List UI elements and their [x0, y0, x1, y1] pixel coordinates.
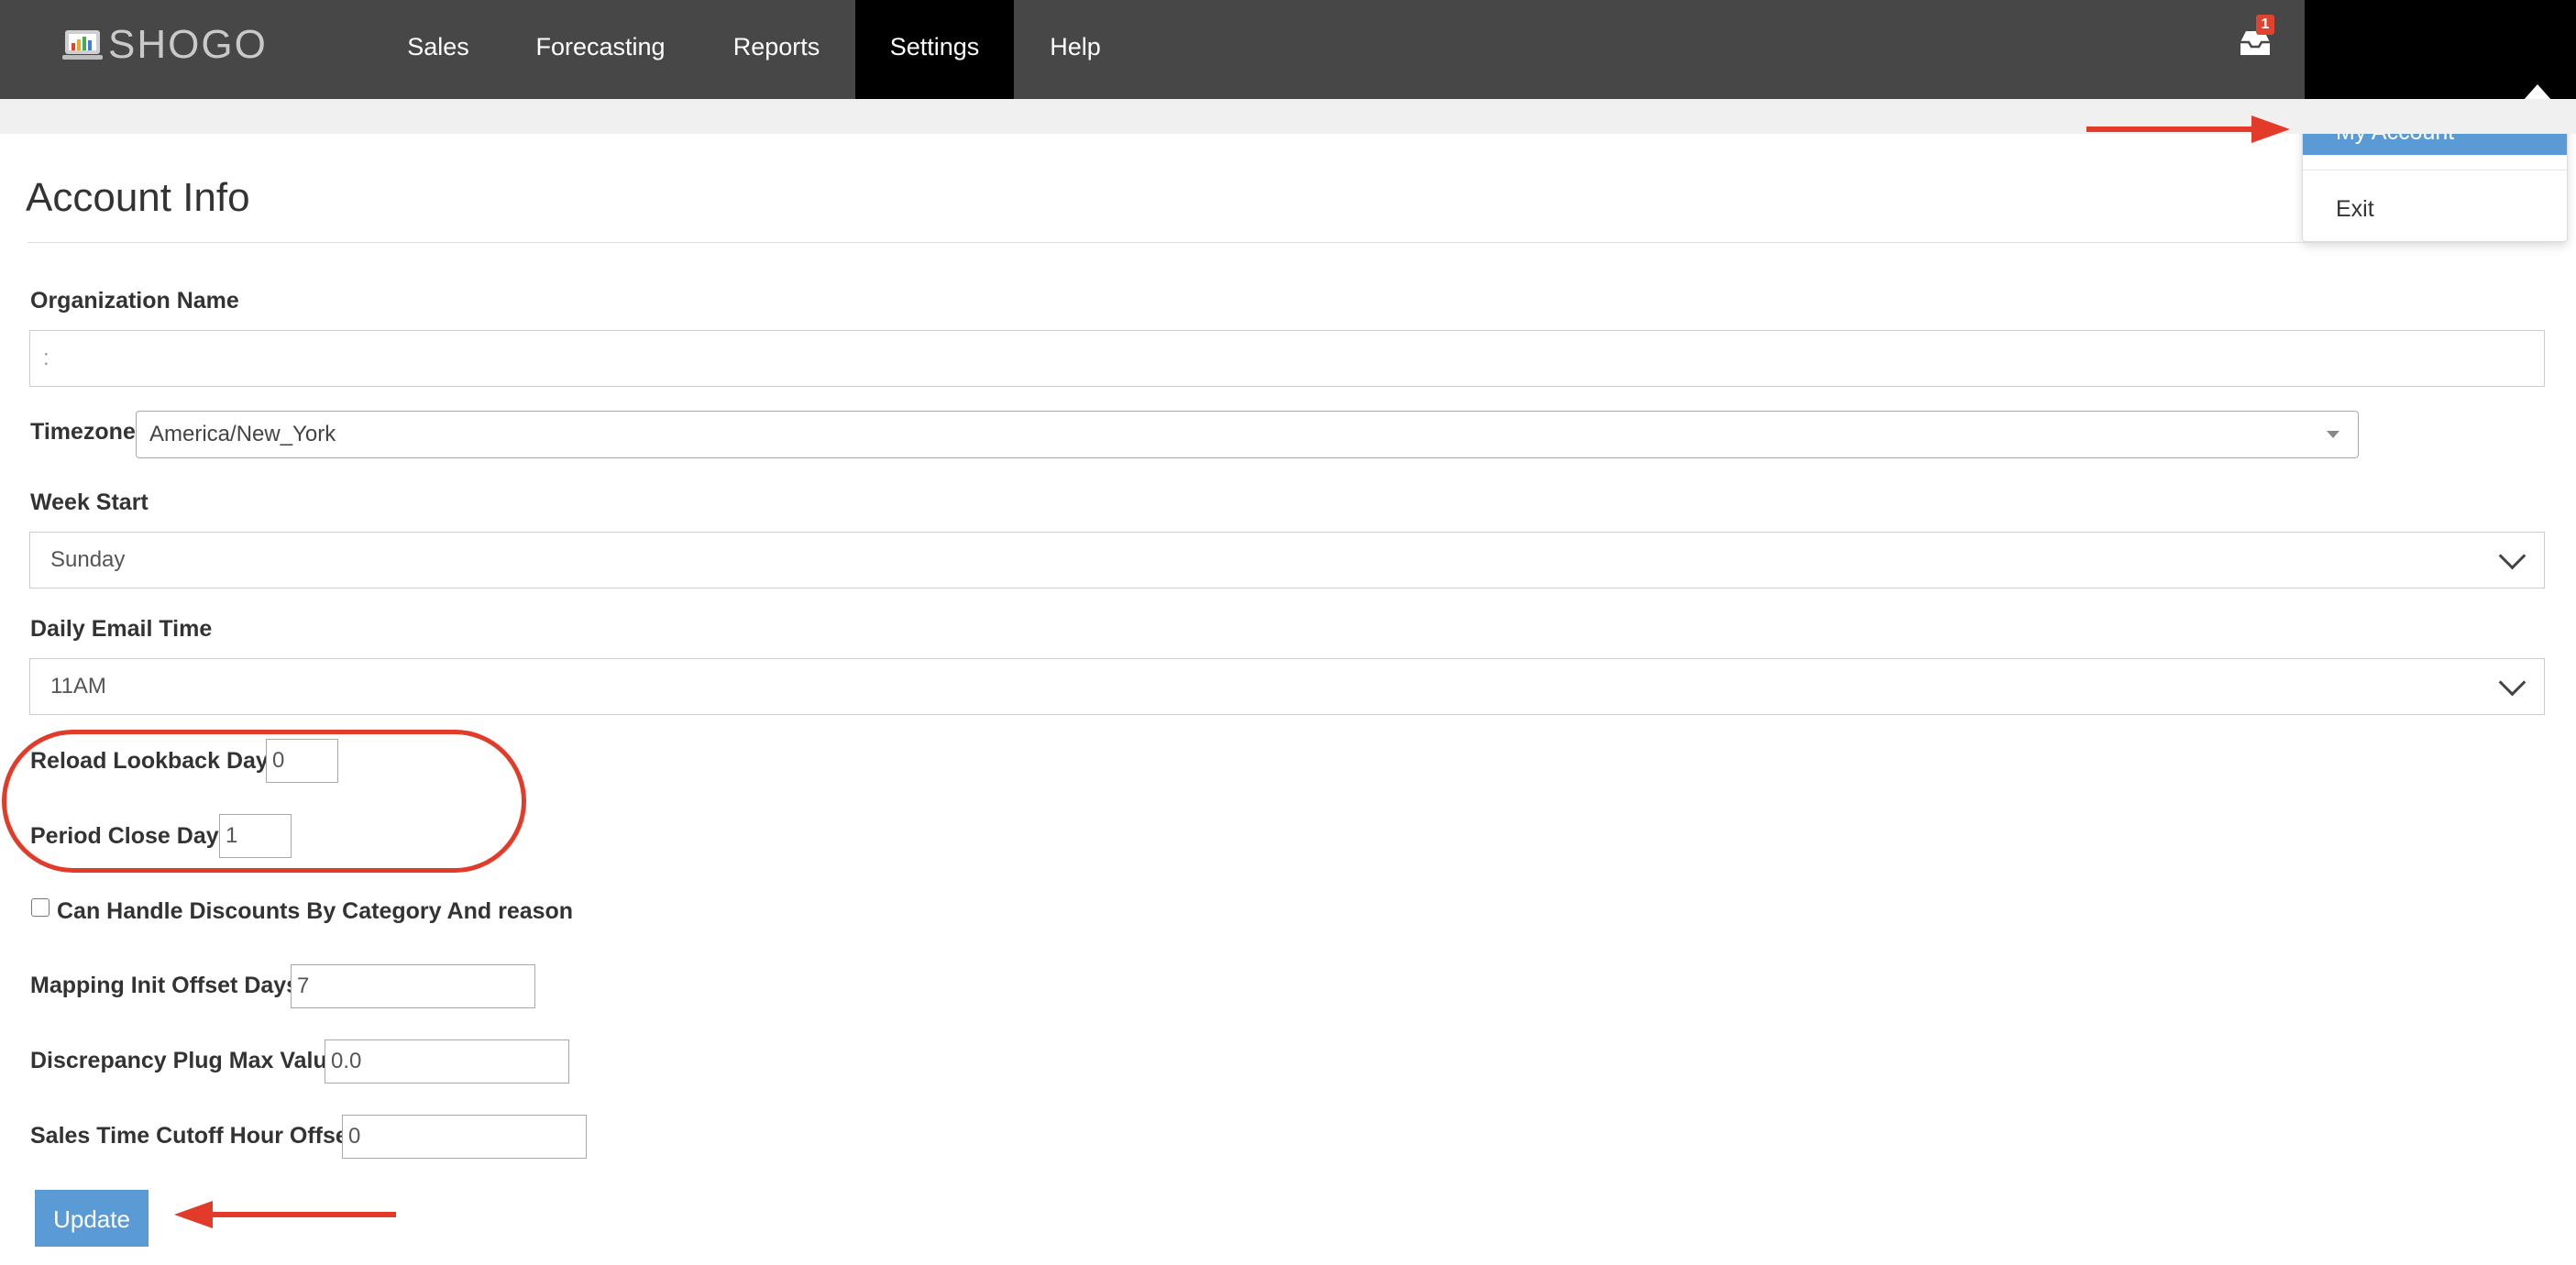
daily-email-time-select[interactable]: 11AM: [29, 658, 2545, 715]
chart-laptop-icon: [62, 30, 103, 60]
nav-reports[interactable]: Reports: [721, 0, 832, 99]
organization-name-input[interactable]: :: [29, 330, 2545, 387]
discrepancy-plug-max-value-value: 0.0: [331, 1049, 362, 1073]
sales-time-cutoff-hour-offset-input[interactable]: 0: [342, 1115, 587, 1159]
update-button[interactable]: Update: [35, 1190, 149, 1247]
nav-forecasting[interactable]: Forecasting: [519, 0, 682, 99]
annotation-arrow-left-icon: [174, 1201, 396, 1228]
nav-help[interactable]: Help: [1034, 0, 1117, 99]
timezone-label: Timezone: [30, 419, 136, 445]
organization-name-label: Organization Name: [30, 288, 239, 314]
sales-time-cutoff-hour-offset-label: Sales Time Cutoff Hour Offset: [30, 1123, 357, 1149]
nav-sales[interactable]: Sales: [396, 0, 480, 99]
page-title: Account Info: [26, 175, 250, 220]
timezone-value: America/New_York: [149, 422, 336, 446]
annotation-arrow-right-icon: [2086, 116, 2290, 143]
brand-name: SHOGO: [108, 22, 268, 67]
annotation-highlight-ellipse: [2, 730, 526, 873]
mapping-init-offset-days-input[interactable]: 7: [291, 964, 535, 1008]
week-start-label: Week Start: [30, 490, 149, 515]
discounts-by-category-checkbox[interactable]: [31, 898, 50, 917]
organization-name-value: :: [43, 346, 50, 370]
week-start-select[interactable]: Sunday: [29, 532, 2545, 588]
sales-time-cutoff-hour-offset-value: 0: [348, 1124, 361, 1149]
menu-item-exit[interactable]: Exit: [2303, 186, 2567, 232]
daily-email-time-label: Daily Email Time: [30, 616, 213, 642]
discrepancy-plug-max-value-input[interactable]: 0.0: [325, 1040, 569, 1084]
mapping-init-offset-days-label: Mapping Init Offset Days: [30, 973, 300, 998]
top-navbar: SHOGO Sales Forecasting Reports Settings…: [0, 0, 2576, 99]
notification-badge: 1: [2256, 15, 2274, 35]
brand-logo[interactable]: SHOGO: [62, 24, 268, 66]
chevron-down-icon: [2498, 542, 2526, 569]
chevron-down-icon: [2498, 668, 2526, 696]
mapping-init-offset-days-value: 7: [297, 974, 310, 998]
daily-email-time-value: 11AM: [50, 674, 106, 698]
nav-settings[interactable]: Settings: [855, 0, 1014, 99]
discounts-by-category-label: Can Handle Discounts By Category And rea…: [57, 898, 574, 924]
discrepancy-plug-max-value-label: Discrepancy Plug Max Value: [30, 1048, 340, 1073]
dropdown-arrow-icon: [2327, 431, 2339, 438]
title-divider: [28, 242, 2545, 243]
week-start-value: Sunday: [50, 547, 126, 572]
timezone-select[interactable]: America/New_York: [136, 411, 2359, 458]
